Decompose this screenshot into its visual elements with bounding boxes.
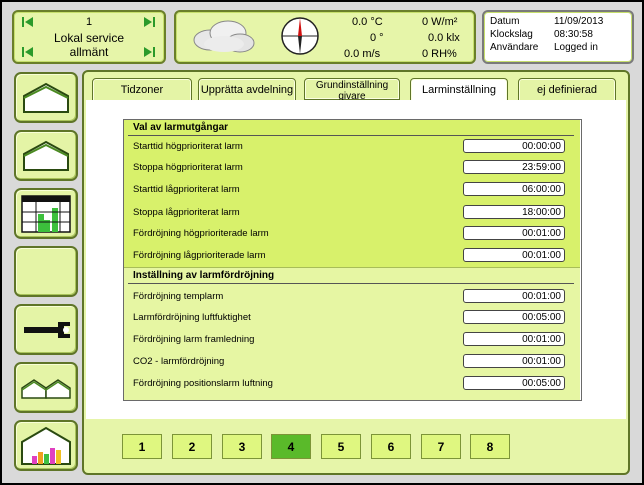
tab-ej-definierad[interactable]: ej definierad xyxy=(518,78,616,102)
tab-label: Tidzoner xyxy=(120,84,164,96)
nav-chart-button[interactable] xyxy=(14,188,78,239)
wrench-icon xyxy=(24,322,70,338)
info-panel: Datum 11/09/2013 Klockslag 08:30:58 Anvä… xyxy=(482,10,634,64)
tab-label: Upprätta avdelning xyxy=(200,84,294,96)
setting-value-field[interactable]: 00:01:00 xyxy=(463,226,565,240)
wind-speed-value: 0.0 m/s xyxy=(344,48,381,60)
greenhouse-bar-chart-icon xyxy=(21,426,71,465)
next-category-icon[interactable] xyxy=(144,47,156,57)
setting-value-field[interactable]: 00:01:00 xyxy=(463,354,565,368)
nav-greenhouse-2-button[interactable] xyxy=(14,130,78,181)
nav-multi-greenhouse-button[interactable] xyxy=(14,362,78,413)
date-value: 11/09/2013 xyxy=(554,16,604,27)
date-label: Datum xyxy=(490,16,520,27)
prev-location-icon[interactable] xyxy=(22,17,34,27)
location-number: 1 xyxy=(85,16,93,28)
tab-label: Larminställning xyxy=(422,84,496,96)
setting-value-field[interactable]: 23:59:00 xyxy=(463,160,565,174)
setting-label: Fördröjning templarm xyxy=(133,291,224,302)
setting-value-field[interactable]: 00:05:00 xyxy=(463,376,565,390)
prev-category-icon[interactable] xyxy=(22,47,34,57)
page-button-5[interactable]: 5 xyxy=(321,434,361,459)
page-button-8[interactable]: 8 xyxy=(470,434,510,459)
chart-grid-icon xyxy=(21,195,71,233)
cloud-icon xyxy=(193,20,255,53)
page-button-1[interactable]: 1 xyxy=(122,434,162,459)
setting-label: Stoppa högprioriterat larm xyxy=(133,162,243,173)
temperature-value: 0.0 °C xyxy=(352,16,383,28)
page-button-4[interactable]: 4 xyxy=(271,434,311,459)
radiation-value: 0 W/m² xyxy=(422,16,458,28)
setting-value-field[interactable]: 00:01:00 xyxy=(463,248,565,262)
nav-service-button[interactable] xyxy=(14,304,78,355)
alarm-delay-heading: Inställning av larmfördröjning xyxy=(133,270,275,281)
page-button-3[interactable]: 3 xyxy=(222,434,262,459)
user-value: Logged in xyxy=(554,42,598,53)
setting-label: Fördröjning larm framledning xyxy=(133,334,255,345)
next-location-icon[interactable] xyxy=(144,17,156,27)
setting-label: Stoppa lågprioriterat larm xyxy=(133,207,240,218)
nav-greenhouse-button[interactable] xyxy=(14,72,78,123)
page-button-6[interactable]: 6 xyxy=(371,434,411,459)
nav-statistics-button[interactable] xyxy=(14,420,78,471)
greenhouse-icon xyxy=(23,140,69,171)
setting-value-field[interactable]: 00:01:00 xyxy=(463,332,565,346)
nav-blank-button[interactable] xyxy=(14,246,78,297)
location-panel: 1 Lokal service allmänt xyxy=(12,10,166,64)
light-value: 0.0 klx xyxy=(428,32,460,44)
setting-label: Fördröjning högprioriterade larm xyxy=(133,228,269,239)
page-button-2[interactable]: 2 xyxy=(172,434,212,459)
user-label: Användare xyxy=(490,42,539,53)
setting-label: Fördröjning positionslarm luftning xyxy=(133,378,273,389)
twin-greenhouse-icon xyxy=(21,379,71,399)
setting-value-field[interactable]: 00:00:00 xyxy=(463,139,565,153)
tab-label: ej definierad xyxy=(537,84,597,96)
greenhouse-icon xyxy=(23,82,69,113)
setting-label: Starttid högprioriterat larm xyxy=(133,141,243,152)
setting-label: CO2 - larmfördröjning xyxy=(133,356,225,367)
setting-value-field[interactable]: 00:01:00 xyxy=(463,289,565,303)
direction-value: 0 ° xyxy=(370,32,384,44)
tab-tidzoner[interactable]: Tidzoner xyxy=(92,78,192,102)
location-name: Lokal service xyxy=(53,31,125,45)
setting-label: Fördröjning lågprioriterade larm xyxy=(133,250,266,261)
screen: 1 Lokal service allmänt 0.0 °C 0 W/m² 0 … xyxy=(2,2,642,483)
page-button-7[interactable]: 7 xyxy=(421,434,461,459)
setting-value-field[interactable]: 18:00:00 xyxy=(463,205,565,219)
setting-value-field[interactable]: 06:00:00 xyxy=(463,182,565,196)
tab-upprata-avdelning[interactable]: Upprätta avdelning xyxy=(198,78,296,102)
time-value: 08:30:58 xyxy=(554,29,593,40)
location-category: allmänt xyxy=(69,45,109,59)
humidity-value: 0 RH% xyxy=(422,48,457,60)
setting-value-field[interactable]: 00:05:00 xyxy=(463,310,565,324)
time-label: Klockslag xyxy=(490,29,533,40)
tab-grundinstallning-givare[interactable]: Grundinställning givare xyxy=(304,78,400,102)
weather-panel: 0.0 °C 0 W/m² 0 ° 0.0 klx 0.0 m/s 0 RH% xyxy=(174,10,476,64)
wind-compass-icon xyxy=(281,17,319,55)
setting-label: Larmfördröjning luftfuktighet xyxy=(133,312,251,323)
tab-label-line1: Grundinställning xyxy=(315,80,389,91)
setting-label: Starttid lågprioriterat larm xyxy=(133,184,240,195)
alarm-outputs-heading: Val av larmutgångar xyxy=(133,122,229,133)
